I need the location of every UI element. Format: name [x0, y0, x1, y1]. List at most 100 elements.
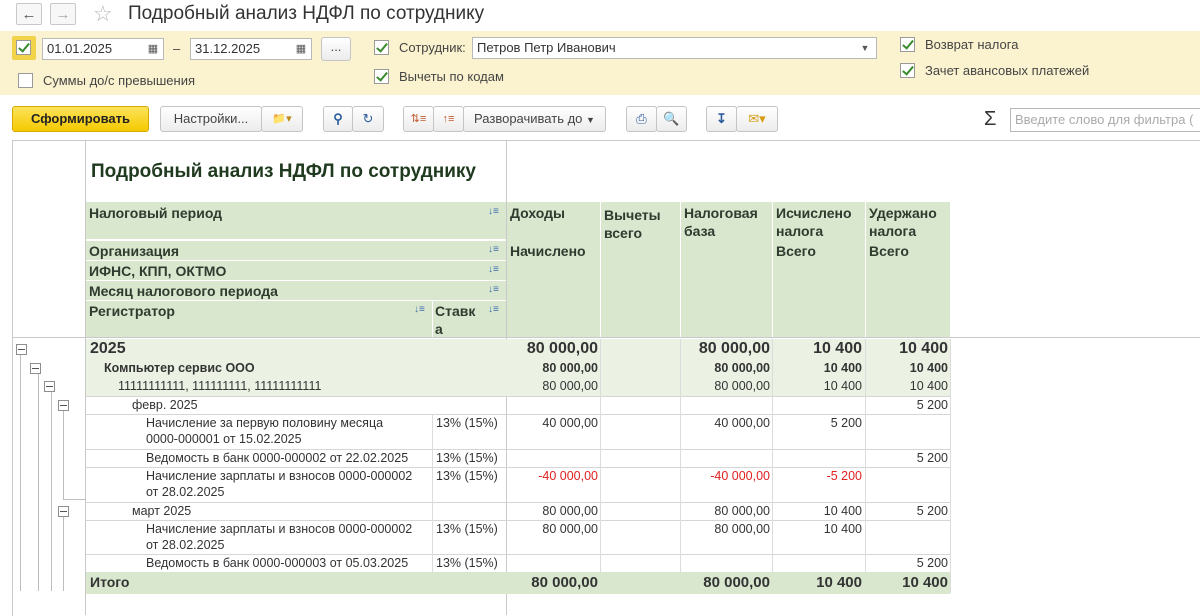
report-cell-held: 5 200: [916, 556, 948, 570]
tree-line: [63, 515, 64, 591]
forward-button[interactable]: →: [50, 3, 76, 25]
chevron-down-icon[interactable]: ▼: [855, 38, 875, 58]
collapse-toggle-icon[interactable]: [16, 344, 27, 355]
calendar-from-icon[interactable]: ▦: [143, 39, 163, 59]
refund-checkbox[interactable]: [900, 37, 915, 52]
save-button[interactable]: ↧: [706, 106, 737, 132]
print-preview-icon: 🔍: [663, 111, 680, 126]
header-income-sub: Начислено: [510, 243, 586, 259]
report-grid-line: [680, 339, 681, 593]
report-total-held: 10 400: [902, 574, 948, 591]
header-deductions-label: Вычеты всего: [604, 207, 661, 241]
collapse-toggle-icon[interactable]: [58, 400, 69, 411]
report-cell-held: 10 400: [899, 340, 948, 357]
title-bar: ← → ☆ Подробный анализ НДФЛ по сотрудник…: [0, 0, 1200, 30]
folder-icon: 📁▾: [272, 113, 292, 125]
report-row-rate: 13% (15%): [436, 416, 498, 430]
tree-line: [38, 374, 39, 591]
deductions-checkbox[interactable]: [374, 69, 389, 84]
sort-icon[interactable]: ↓≡: [488, 244, 499, 255]
report-row-rate: 13% (15%): [436, 469, 498, 483]
report-total-label: Итого: [90, 574, 130, 590]
collapse-toggle-icon[interactable]: [58, 506, 69, 517]
report-row-label: Начисление зарплаты и взносов 0000-00000…: [146, 469, 413, 483]
tree-line: [20, 354, 21, 591]
envelope-icon: ✉▾: [748, 111, 766, 126]
expand-all-button[interactable]: ⇅≡: [403, 106, 434, 132]
find-button[interactable]: ⚲: [323, 106, 353, 132]
report-row-line: [86, 396, 950, 397]
report-cell-calc: 10 400: [823, 504, 862, 518]
preview-button[interactable]: 🔍: [656, 106, 687, 132]
header-period-label: Налоговый период: [89, 205, 223, 221]
report-total-calc: 10 400: [816, 574, 862, 591]
header-withheld-label: Удержано налога: [869, 205, 937, 239]
report-cell-held: 5 200: [916, 398, 948, 412]
sum-icon[interactable]: Σ: [984, 108, 996, 131]
period-select-button[interactable]: ...: [321, 37, 351, 61]
arrow-right-icon: →: [55, 6, 71, 23]
report-grid-line: [432, 414, 433, 572]
report-cell-base: -40 000,00: [710, 469, 770, 483]
report-cell-calc: 10 400: [823, 522, 862, 536]
sort-icon[interactable]: ↓≡: [488, 264, 499, 275]
refund-label: Возврат налога: [925, 37, 1019, 52]
variant-button[interactable]: 📁▾: [261, 106, 303, 132]
report-cell-income: 40 000,00: [542, 416, 598, 430]
employee-label: Сотрудник:: [399, 40, 466, 55]
sort-icon[interactable]: ↓≡: [488, 206, 499, 217]
report-cell-held: 10 400: [909, 379, 948, 393]
sort-icon[interactable]: ↓≡: [488, 304, 499, 315]
period-checkbox[interactable]: [16, 40, 31, 55]
print-button[interactable]: ⎙: [626, 106, 657, 132]
report-cell-held: 10 400: [909, 361, 948, 375]
report-row-rate: 13% (15%): [436, 451, 498, 465]
sort-icon[interactable]: ↓≡: [414, 304, 425, 315]
back-button[interactable]: ←: [16, 3, 42, 25]
collapse-toggle-icon[interactable]: [30, 363, 41, 374]
report-row-label: Начисление за первую половину месяца: [146, 416, 384, 430]
report-cell-base: 80 000,00: [714, 504, 770, 518]
employee-field[interactable]: Петров Петр Иванович: [472, 37, 877, 59]
report-row-label: Ведомость в банк 0000-000003 от 05.03.20…: [146, 556, 409, 570]
report-cell-base: 40 000,00: [714, 416, 770, 430]
filter-panel: 01.01.2025 ▦ – 31.12.2025 ▦ ... Суммы до…: [0, 31, 1200, 95]
favorite-star-icon[interactable]: ☆: [93, 0, 113, 28]
tree-line: [51, 392, 52, 591]
settings-button[interactable]: Настройки...: [160, 106, 262, 132]
employee-checkbox[interactable]: [374, 40, 389, 55]
report-grid-line: [12, 337, 1200, 338]
arrow-left-icon: ←: [21, 6, 37, 23]
sums-over-checkbox[interactable]: [18, 73, 33, 88]
sort-icon[interactable]: ↓≡: [488, 284, 499, 295]
report-cell-calc: 10 400: [813, 340, 862, 357]
report-row-rate: 13% (15%): [436, 556, 498, 570]
report-row-line: [86, 502, 950, 503]
cancel-search-button[interactable]: ↻: [352, 106, 384, 132]
send-button[interactable]: ✉▾: [736, 106, 778, 132]
search-input[interactable]: Введите слово для фильтра (: [1010, 108, 1200, 132]
report-cell-calc: 10 400: [823, 361, 862, 375]
generate-button[interactable]: Сформировать: [12, 106, 149, 132]
report-row-label-line2: от 28.02.2025: [146, 538, 225, 552]
report-cell-base: 80 000,00: [714, 361, 770, 375]
calendar-to-icon[interactable]: ▦: [291, 39, 311, 59]
date-separator: –: [173, 41, 181, 56]
report-row-label: Начисление зарплаты и взносов 0000-00000…: [146, 522, 413, 536]
tree-line: [63, 411, 64, 499]
window-title: Подробный анализ НДФЛ по сотруднику: [128, 3, 485, 24]
report-cell-base: 80 000,00: [714, 379, 770, 393]
expand-to-button[interactable]: Разворачивать до ▼: [463, 106, 606, 132]
printer-icon: ⎙: [636, 111, 647, 126]
report-row-label: март 2025: [132, 504, 192, 518]
collapse-toggle-icon[interactable]: [44, 381, 55, 392]
report-row-label: 11111111111, 111111111, 11111111111: [118, 379, 322, 393]
collapse-all-button[interactable]: ↑≡: [433, 106, 464, 132]
report-row-label: февр. 2025: [132, 398, 198, 412]
report-cell-income: 80 000,00: [526, 340, 598, 357]
header-calculated-sub: Всего: [776, 243, 816, 259]
expand-to-label: Разворачивать до: [474, 111, 583, 126]
report-cell-calc: 5 200: [830, 416, 862, 430]
advance-checkbox[interactable]: [900, 63, 915, 78]
report-total-income: 80 000,00: [531, 574, 598, 591]
